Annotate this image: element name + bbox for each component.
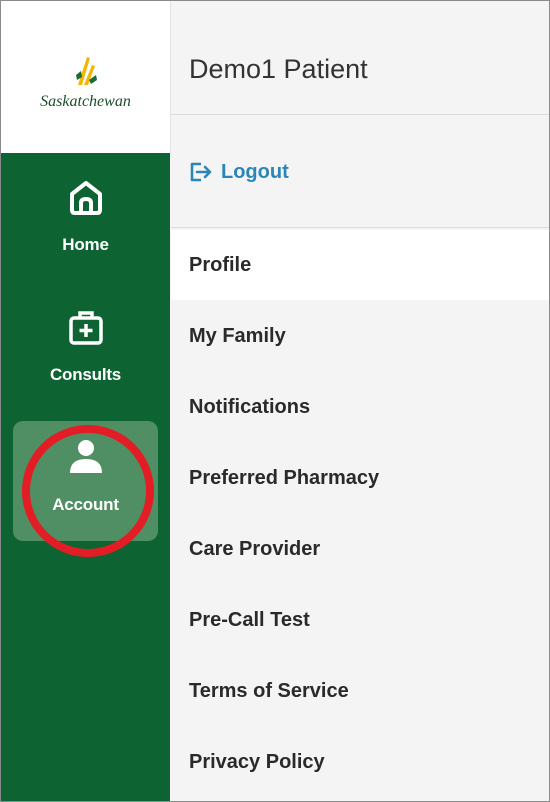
menu-item-notifications[interactable]: Notifications <box>171 372 549 442</box>
brand-logo[interactable]: Saskatchewan <box>1 1 171 153</box>
nav-account-label: Account <box>52 495 119 514</box>
brand-name: Saskatchewan <box>40 93 131 110</box>
wheat-logo-icon <box>76 57 97 85</box>
nav-home[interactable]: Home <box>13 161 158 281</box>
nav-consults[interactable]: Consults <box>13 291 158 411</box>
logout-label: Logout <box>221 160 289 183</box>
sidebar-nav: Home Consults Account <box>1 153 170 801</box>
nav-account[interactable]: Account <box>13 421 158 541</box>
app-window: Saskatchewan Home Consults Account Demo1… <box>0 0 550 802</box>
nav-home-label: Home <box>62 235 109 254</box>
menu-item-pre-call-test[interactable]: Pre-Call Test <box>171 585 549 655</box>
menu-item-profile[interactable]: Profile <box>171 230 549 300</box>
home-icon <box>69 181 102 215</box>
user-icon <box>69 440 102 473</box>
medical-kit-icon <box>68 311 103 345</box>
logout-link[interactable]: Logout <box>189 157 289 187</box>
menu-item-my-family[interactable]: My Family <box>171 301 549 371</box>
menu-item-terms-of-service[interactable]: Terms of Service <box>171 656 549 726</box>
menu-item-privacy-policy[interactable]: Privacy Policy <box>171 727 549 797</box>
menu-item-care-provider[interactable]: Care Provider <box>171 514 549 584</box>
menu-item-preferred-pharmacy[interactable]: Preferred Pharmacy <box>171 443 549 513</box>
divider <box>171 227 549 228</box>
patient-name: Demo1 Patient <box>189 54 368 84</box>
nav-consults-label: Consults <box>49 365 122 384</box>
page-header: Demo1 Patient <box>171 1 549 115</box>
logout-icon <box>190 162 212 182</box>
